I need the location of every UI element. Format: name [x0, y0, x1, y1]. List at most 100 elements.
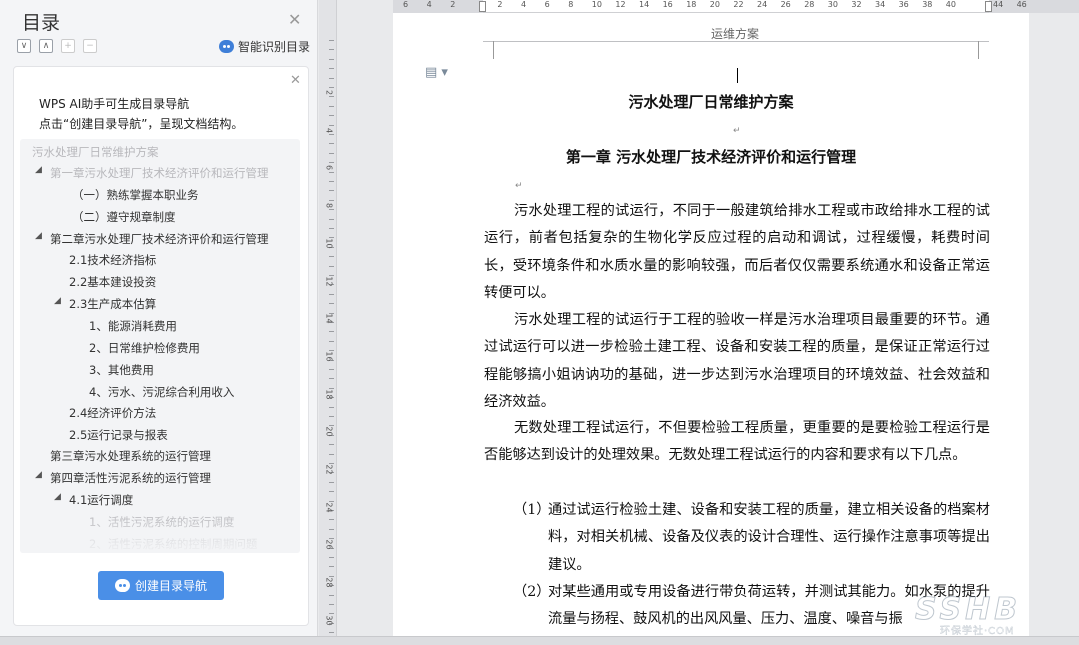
toc-item[interactable]: ◢ 2.3生产成本估算: [54, 296, 156, 312]
ruler-number: 4: [324, 127, 334, 133]
toc-item[interactable]: ◢ 第二章污水处理厂技术经济评价和运行管理: [35, 231, 269, 247]
create-toc-button[interactable]: 创建目录导航: [98, 571, 224, 600]
toc-item[interactable]: 第三章污水处理系统的运行管理: [50, 448, 211, 464]
list-item[interactable]: （2） 对某些通用或专用设备进行带负荷运转，并测试其能力。如水泵的提升流量与扬程…: [513, 579, 990, 634]
ruler-number: 38: [922, 0, 933, 9]
ruler-number: 14: [639, 0, 650, 9]
ruler-number: 4: [521, 0, 527, 9]
ruler-tick: [329, 49, 334, 51]
toc-preview-list: 污水处理厂日常维护方案 ◢ 第一章污水处理厂技术经济评价和运行管理 （一）熟练掌握…: [20, 139, 300, 553]
indent-marker-right[interactable]: [985, 1, 992, 12]
indent-marker-left[interactable]: [479, 1, 486, 12]
ruler-number: 26: [324, 539, 334, 550]
toc-item[interactable]: 1、能源消耗费用: [89, 318, 177, 334]
toc-item[interactable]: 2.2基本建设投资: [69, 274, 156, 290]
close-icon[interactable]: ✕: [288, 10, 301, 29]
toc-item[interactable]: 2、日常维护检修费用: [89, 340, 200, 356]
expand-arrow-icon[interactable]: ◢: [54, 296, 61, 306]
ruler-number: 8: [568, 0, 574, 9]
paragraph-layout-icon[interactable]: ▤ ▾: [425, 65, 448, 80]
expand-arrow-icon[interactable]: ◢: [54, 492, 61, 502]
body-paragraph[interactable]: 污水处理工程的试运行于工程的验收一样是污水治理项目最重要的环节。通过试运行可以进…: [484, 307, 990, 417]
add-level-icon[interactable]: +: [61, 39, 75, 53]
ruler-tick: [329, 115, 334, 117]
expand-all-icon[interactable]: ∧: [39, 39, 53, 53]
toc-item[interactable]: 1、活性污泥系统的运行调度: [89, 514, 234, 530]
toc-item[interactable]: （二）遵守规章制度: [72, 209, 176, 225]
vertical-ruler[interactable]: 2468101214161820222426283032: [319, 0, 337, 636]
ruler-tick: [329, 256, 334, 258]
ruler-number: 6: [544, 0, 550, 9]
ruler-tick: [329, 40, 334, 41]
ruler-tick: [329, 77, 334, 79]
ruler-tick: [329, 340, 334, 342]
ruler-tick: [329, 68, 334, 70]
ruler-tick: [329, 444, 334, 446]
body-paragraph[interactable]: 污水处理工程的试运行，不同于一般建筑给排水工程或市政给排水工程的试运行，前者包括…: [484, 198, 990, 308]
ruler-tick: [329, 378, 334, 380]
ruler-tick: [329, 406, 334, 408]
toc-title: 目录: [22, 12, 61, 34]
expand-arrow-icon[interactable]: ◢: [35, 231, 42, 241]
toc-item[interactable]: 3、其他费用: [89, 362, 154, 378]
ai-toc-card: ✕ WPS AI助手可生成目录导航 点击“创建目录导航”，呈现文档结构。 污水处…: [13, 66, 309, 626]
smart-toc-button[interactable]: 智能识别目录: [219, 38, 310, 55]
toc-item[interactable]: （一）熟练掌握本职业务: [72, 187, 199, 203]
ruler-tick: [329, 369, 334, 370]
collapse-all-icon[interactable]: ∨: [17, 39, 31, 53]
ruler-number: 28: [804, 0, 815, 9]
toc-item[interactable]: 2.5运行记录与报表: [69, 427, 168, 443]
ruler-number: 40: [945, 0, 956, 9]
card-close-icon[interactable]: ✕: [290, 73, 301, 88]
remove-level-icon[interactable]: −: [83, 39, 97, 53]
document-page[interactable]: 运维方案 ▤ ▾ 污水处理厂日常维护方案 ↵ 第一章 污水处理厂技术经济评价和运…: [393, 13, 1029, 636]
list-item[interactable]: （1） 通过试运行检验土建、设备和安装工程的质量，建立相关设备的档案材料，对相关…: [513, 497, 990, 579]
toc-item[interactable]: ◢ 4.1运行调度: [54, 492, 133, 508]
ruler-tick: [329, 453, 334, 455]
margin-corner-left: [482, 41, 494, 59]
ruler-number: 18: [324, 389, 334, 400]
ruler-tick: [329, 519, 334, 521]
ruler-number: 26: [780, 0, 791, 9]
toc-item[interactable]: 2、活性污泥系统的控制周期问题: [89, 536, 257, 552]
card-heading: WPS AI助手可生成目录导航: [39, 97, 190, 111]
margin-corner-right: [978, 41, 990, 59]
wps-writer-window: 目录 ✕ ∨ ∧ + − 智能识别目录 ✕ WPS AI助手可生成目录导航 点击…: [0, 0, 1079, 645]
body-paragraph[interactable]: 无数处理工程试运行，不但要检验工程质量，更重要的是要检验工程运行是否能够达到设计…: [484, 415, 990, 470]
ruler-tick: [329, 218, 334, 220]
toc-item[interactable]: 2.1技术经济指标: [69, 252, 156, 268]
workspace-background: [1029, 13, 1079, 636]
toc-item[interactable]: 4、污水、污泥综合利用收入: [89, 384, 234, 400]
ruler-number: 6: [324, 165, 334, 171]
status-bar: [0, 636, 1079, 645]
toc-item[interactable]: 污水处理厂日常维护方案: [32, 144, 159, 160]
expand-arrow-icon[interactable]: ◢: [35, 165, 42, 175]
ruler-tick: [329, 491, 334, 493]
ruler-number: 4: [426, 0, 432, 9]
document-title[interactable]: 污水处理厂日常维护方案: [393, 91, 1029, 112]
ruler-number: 10: [324, 238, 334, 249]
ruler-number: 46: [1016, 0, 1027, 9]
ruler-tick: [329, 265, 334, 267]
toc-item[interactable]: 2.4经济评价方法: [69, 405, 156, 421]
toc-item[interactable]: ◢ 第一章污水处理厂技术经济评价和运行管理: [35, 165, 269, 181]
chapter-heading[interactable]: 第一章 污水处理厂技术经济评价和运行管理: [393, 146, 1029, 167]
ruler-number: 2: [497, 0, 503, 9]
toc-item[interactable]: ◢ 第四章活性污泥系统的运行管理: [35, 470, 211, 486]
ruler-number: 28: [324, 577, 334, 588]
expand-arrow-icon[interactable]: ◢: [35, 470, 42, 480]
ruler-number: 30: [324, 615, 334, 626]
ruler-number: 8: [324, 203, 334, 209]
ruler-tick: [329, 566, 334, 568]
paragraph-mark-icon: ↵: [733, 126, 741, 136]
list-number: （1）: [513, 502, 551, 518]
ruler-number: 2: [450, 0, 456, 9]
page-header[interactable]: 运维方案: [711, 25, 759, 42]
ruler-number: 12: [324, 275, 334, 287]
ruler-number: 34: [875, 0, 886, 9]
ruler-tick: [329, 293, 334, 295]
ruler-number: 30: [827, 0, 838, 9]
card-description: 点击“创建目录导航”，呈现文档结构。: [39, 117, 244, 131]
horizontal-ruler[interactable]: 6 4 2 2 4 6 8 10 12 14 16 18 20 22 24 26 28 30 32 34 36 38 40 4…: [393, 0, 1079, 13]
list-text: 对某些通用或专用设备进行带负荷运转，并测试其能力。如水泵的提升流量与扬程、鼓风机…: [548, 584, 990, 628]
